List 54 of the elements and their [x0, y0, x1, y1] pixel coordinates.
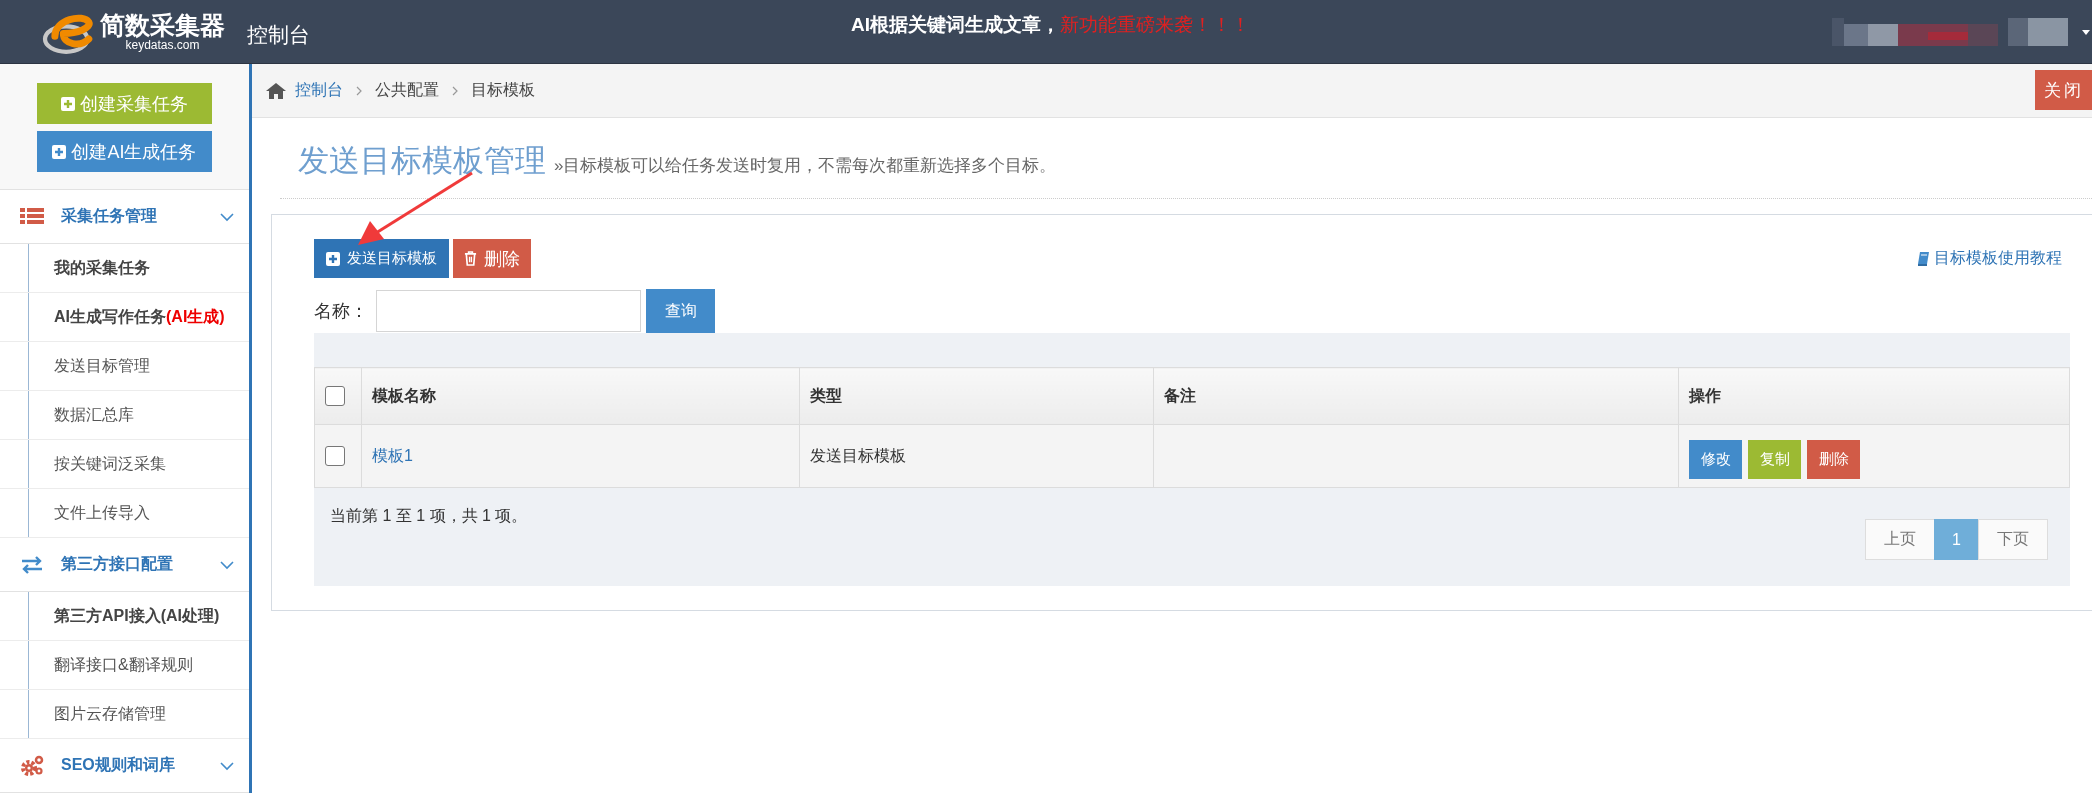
- menu-section[interactable]: SEO规则和词库: [0, 739, 249, 793]
- menu-item[interactable]: AI生成写作任务(AI生成): [0, 293, 249, 342]
- menu-item[interactable]: 发送目标管理: [0, 342, 249, 391]
- list-icon: [20, 207, 44, 226]
- home-icon: [266, 82, 286, 99]
- table-cell: 发送目标模板: [810, 446, 906, 464]
- logo-title: 简数采集器: [100, 11, 225, 39]
- page-title: 发送目标模板管理: [298, 142, 546, 180]
- menu-item[interactable]: 数据汇总库: [0, 391, 249, 440]
- menu-item[interactable]: 我的采集任务: [0, 244, 249, 293]
- chevron-icon: [356, 85, 362, 96]
- field-label: 名称：: [314, 300, 368, 323]
- menu-item[interactable]: 翻译接口&翻译规则: [0, 641, 249, 690]
- breadcrumb-item: 公共配置: [375, 80, 439, 100]
- close-button[interactable]: 关闭: [2035, 70, 2092, 110]
- caret-icon[interactable]: [2082, 27, 2090, 36]
- create-task-button[interactable]: 创建AI生成任务: [37, 131, 212, 172]
- breadcrumb-item[interactable]: 控制台: [295, 80, 343, 101]
- delete-button[interactable]: 删除: [1807, 439, 1860, 479]
- plus-icon: [326, 251, 340, 266]
- page-subtitle: »目标模板可以给任务发送时复用，不需每次都重新选择多个目标。: [554, 155, 1057, 177]
- template-name-link[interactable]: 模板1: [372, 446, 413, 464]
- column-header: 备注: [1164, 386, 1196, 404]
- menu-item[interactable]: 第三方API接入(AI处理): [0, 592, 249, 641]
- edit-button[interactable]: 修改: [1689, 439, 1742, 479]
- table-info: 当前第 1 至 1 项，共 1 项。: [330, 506, 528, 526]
- breadcrumb-item: 目标模板: [471, 80, 535, 100]
- search-button[interactable]: 查询: [646, 289, 715, 333]
- menu-item[interactable]: 按关键词泛采集: [0, 440, 249, 489]
- announcement-text: AI根据关键词生成文章，新功能重磅来袭！！！: [851, 12, 1250, 37]
- column-header: 操作: [1689, 386, 1721, 404]
- trash-icon: [464, 251, 477, 266]
- page-button[interactable]: 上页: [1865, 519, 1935, 560]
- row-checkbox[interactable]: [325, 446, 345, 466]
- name-input-field[interactable]: [376, 290, 641, 332]
- tutorial-link[interactable]: 目标模板使用教程: [1917, 248, 2062, 269]
- menu-item[interactable]: 文件上传导入: [0, 489, 249, 538]
- book-icon: [1917, 251, 1929, 266]
- column-header: 模板名称: [372, 386, 436, 404]
- plus-icon: [61, 96, 75, 111]
- gears-icon: [20, 754, 44, 777]
- page-button[interactable]: 下页: [1978, 519, 2048, 560]
- logo-domain: keydatas.com: [125, 39, 200, 52]
- menu-section[interactable]: 第三方接口配置: [0, 538, 249, 592]
- select-all-checkbox[interactable]: [325, 386, 345, 406]
- menu-item[interactable]: 图片云存储管理: [0, 690, 249, 739]
- chevron-icon: [452, 85, 458, 96]
- column-header: 类型: [810, 386, 842, 404]
- menu-section[interactable]: 采集任务管理: [0, 190, 249, 244]
- delete-button[interactable]: 删除: [453, 239, 531, 278]
- plus-icon: [52, 144, 67, 159]
- swap-arrows-icon: [20, 555, 44, 574]
- add-template-button[interactable]: 发送目标模板: [314, 239, 449, 278]
- console-title: 控制台: [247, 21, 310, 48]
